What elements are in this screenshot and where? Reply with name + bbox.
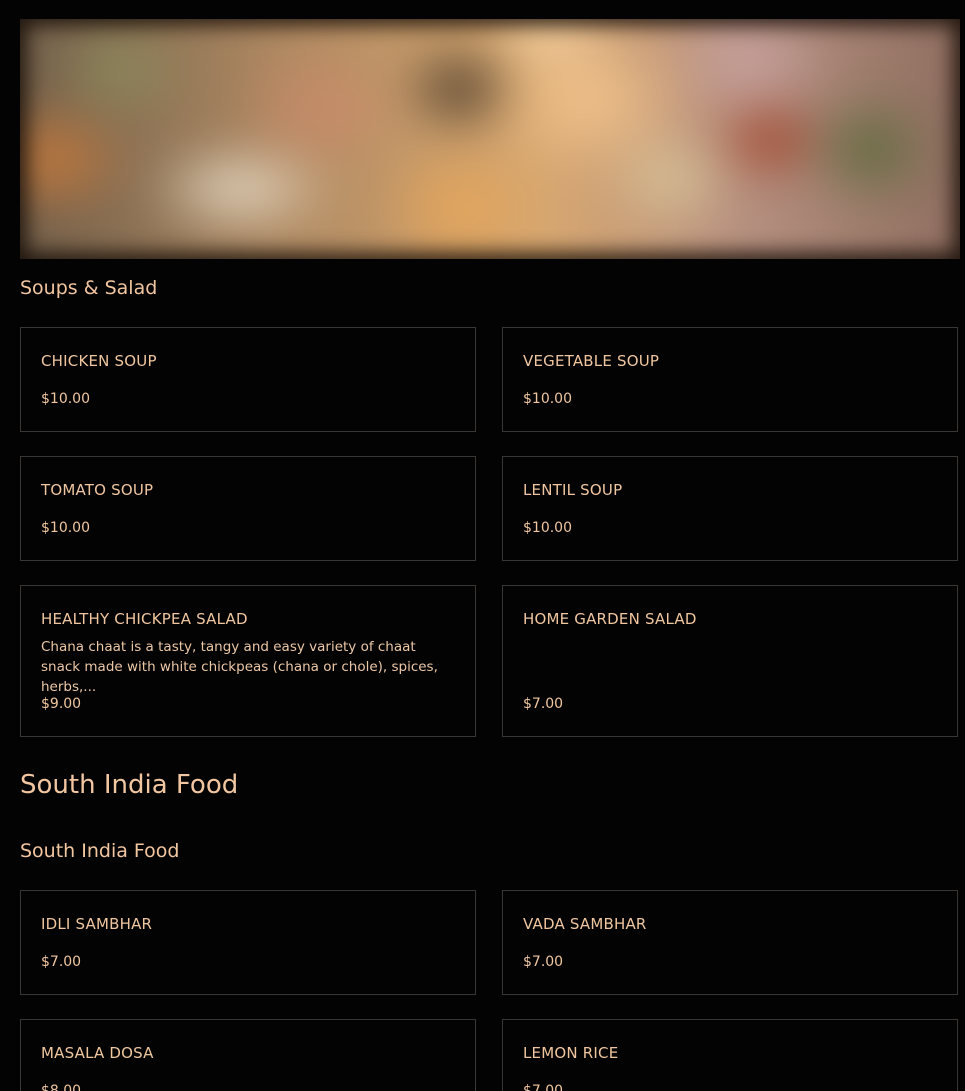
- section-subtitle-south-india-food: South India Food: [20, 840, 180, 862]
- menu-item-card[interactable]: CHICKEN SOUP $10.00: [20, 327, 476, 432]
- menu-item-name: IDLI SAMBHAR: [41, 915, 153, 933]
- menu-item-name: HEALTHY CHICKPEA SALAD: [41, 610, 248, 628]
- menu-item-name: MASALA DOSA: [41, 1044, 154, 1062]
- menu-item-name: LENTIL SOUP: [523, 481, 623, 499]
- menu-item-description: Chana chaat is a tasty, tangy and easy v…: [41, 639, 438, 695]
- menu-item-price: $10.00: [523, 391, 572, 407]
- section-subtitle-soups-salad: Soups & Salad: [20, 277, 158, 299]
- menu-item-price: $9.00: [41, 696, 82, 712]
- menu-item-name: VEGETABLE SOUP: [523, 352, 660, 370]
- menu-item-name: VADA SAMBHAR: [523, 915, 647, 933]
- menu-item-name: TOMATO SOUP: [41, 481, 154, 499]
- section-title-south-india-food: South India Food: [20, 770, 239, 800]
- menu-item-card[interactable]: LENTIL SOUP $10.00: [502, 456, 958, 561]
- hero-banner-image: [20, 19, 960, 259]
- menu-item-name: LEMON RICE: [523, 1044, 619, 1062]
- menu-item-card[interactable]: TOMATO SOUP $10.00: [20, 456, 476, 561]
- menu-item-price: $7.00: [523, 954, 564, 970]
- menu-item-card[interactable]: HOME GARDEN SALAD $7.00: [502, 585, 958, 737]
- menu-item-card[interactable]: VADA SAMBHAR $7.00: [502, 890, 958, 995]
- menu-item-price: $10.00: [523, 520, 572, 536]
- menu-item-card[interactable]: VEGETABLE SOUP $10.00: [502, 327, 958, 432]
- menu-item-card[interactable]: HEALTHY CHICKPEA SALAD Chana chaat is a …: [20, 585, 476, 737]
- menu-item-card[interactable]: LEMON RICE $7.00: [502, 1019, 958, 1091]
- menu-item-name: CHICKEN SOUP: [41, 352, 157, 370]
- hero-vignette: [20, 19, 960, 259]
- menu-item-card[interactable]: IDLI SAMBHAR $7.00: [20, 890, 476, 995]
- menu-item-card[interactable]: MASALA DOSA $8.00: [20, 1019, 476, 1091]
- menu-item-price: $7.00: [523, 696, 564, 712]
- menu-item-name: HOME GARDEN SALAD: [523, 610, 697, 628]
- menu-item-price: $10.00: [41, 391, 90, 407]
- menu-item-price: $8.00: [41, 1083, 82, 1091]
- menu-item-price: $7.00: [41, 954, 82, 970]
- menu-item-price: $7.00: [523, 1083, 564, 1091]
- menu-item-price: $10.00: [41, 520, 90, 536]
